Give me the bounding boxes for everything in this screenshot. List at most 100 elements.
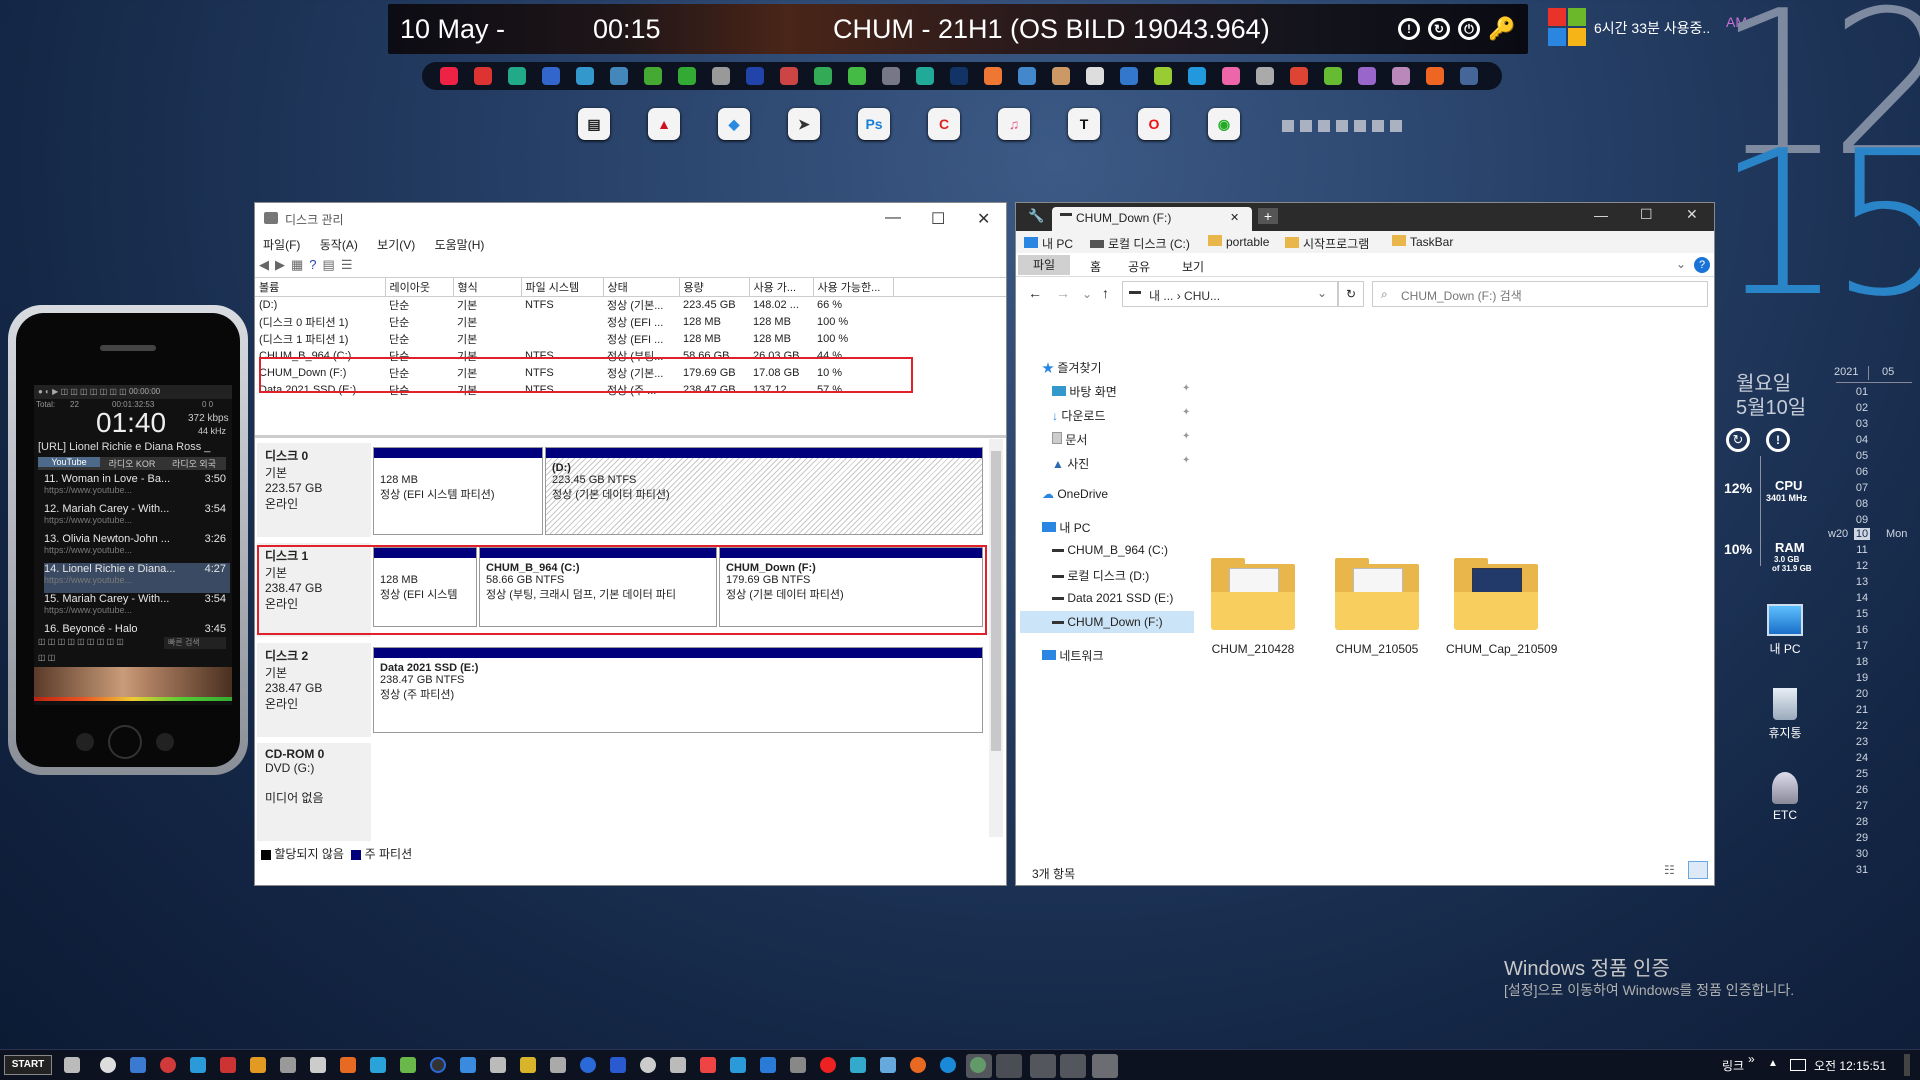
calendar-day[interactable]: 28 bbox=[1854, 816, 1870, 828]
calendar-day[interactable]: 02 bbox=[1854, 402, 1870, 414]
app-icon[interactable] bbox=[1256, 67, 1274, 85]
taskbar-app-icon[interactable] bbox=[280, 1057, 296, 1073]
quick-search-input[interactable]: 빠른 검색 bbox=[164, 637, 226, 649]
app-icon[interactable] bbox=[1426, 67, 1444, 85]
close-button[interactable]: ✕ bbox=[1686, 206, 1698, 223]
taskbar-app-icon[interactable] bbox=[370, 1057, 386, 1073]
nav-drive-f[interactable]: CHUM_Down (F:) bbox=[1052, 615, 1163, 629]
app-icon-red-triangle[interactable]: ▲ bbox=[648, 108, 680, 140]
properties-icon[interactable]: ▤ bbox=[323, 257, 341, 272]
taskbar-app-icon[interactable] bbox=[340, 1057, 356, 1073]
shutdown-icon[interactable]: ! bbox=[1766, 428, 1790, 452]
calendar-day[interactable]: 04 bbox=[1854, 434, 1870, 446]
refresh-button[interactable]: ↻ bbox=[1338, 281, 1364, 307]
chrome-icon[interactable]: ◉ bbox=[1208, 108, 1240, 140]
home-button[interactable] bbox=[108, 725, 142, 759]
back-icon[interactable]: ◀ bbox=[259, 257, 275, 272]
playlist-toolbar[interactable]: ◫ ◫ ◫ ◫ ◫ ◫ ◫ ◫ ◫ bbox=[38, 637, 158, 649]
calendar-day[interactable]: 29 bbox=[1854, 832, 1870, 844]
taskbar-clock[interactable]: 오전 12:15:51 bbox=[1814, 1057, 1886, 1074]
cdrom-info[interactable]: CD-ROM 0 DVD (G:) 미디어 없음 bbox=[257, 743, 371, 841]
partition-efi-disk0[interactable]: 128 MB 정상 (EFI 시스템 파티션) bbox=[373, 447, 543, 535]
app-icon[interactable] bbox=[1358, 67, 1376, 85]
app-icon[interactable] bbox=[1392, 67, 1410, 85]
links-expand-icon[interactable]: » bbox=[1748, 1052, 1755, 1066]
column-header[interactable]: 레이아웃 bbox=[385, 278, 454, 297]
taskbar-app-icon[interactable] bbox=[520, 1057, 536, 1073]
calendar-day[interactable]: 26 bbox=[1854, 784, 1870, 796]
calendar-day[interactable]: 12 bbox=[1854, 560, 1870, 572]
calendar-day[interactable]: 01 bbox=[1854, 386, 1870, 398]
column-header[interactable]: 사용 가... bbox=[749, 278, 814, 297]
calendar-day[interactable]: 27 bbox=[1854, 800, 1870, 812]
app-icon[interactable] bbox=[882, 67, 900, 85]
taskbar-app-icon[interactable] bbox=[700, 1057, 716, 1073]
calendar-day[interactable]: 30 bbox=[1854, 848, 1870, 860]
taskbar-app-icon[interactable] bbox=[670, 1057, 686, 1073]
app-icon[interactable] bbox=[1222, 67, 1240, 85]
disk-0-info[interactable]: 디스크 0 기본 223.57 GB 온라인 bbox=[257, 443, 371, 537]
pin-icon[interactable]: ✦ bbox=[1182, 455, 1190, 466]
calendar-day[interactable]: 22 bbox=[1854, 720, 1870, 732]
calendar-day[interactable]: 21 bbox=[1854, 704, 1870, 716]
app-icon[interactable] bbox=[848, 67, 866, 85]
taskbar-app-icon[interactable] bbox=[880, 1057, 896, 1073]
active-window-button[interactable] bbox=[1060, 1054, 1086, 1078]
taskbar-app-icon[interactable] bbox=[130, 1057, 146, 1073]
app-icon[interactable] bbox=[1154, 67, 1172, 85]
taskbar-app-icon[interactable] bbox=[640, 1057, 656, 1073]
table-row[interactable]: (D:) 단순 기본 NTFS 정상 (기본... 223.45 GB 148.02 ...… bbox=[255, 297, 1006, 314]
send-app-icon[interactable]: ➤ bbox=[788, 108, 820, 140]
taskbar-app-icon[interactable] bbox=[250, 1057, 266, 1073]
music-icon[interactable]: ♫ bbox=[998, 108, 1030, 140]
app-icon[interactable] bbox=[814, 67, 832, 85]
player-controls[interactable]: ● ◐ ▶ ◫ ◫ ◫ ◫ ◫ ◫ ◫ 00:00:00 bbox=[34, 385, 232, 399]
taskbar-app-icon[interactable] bbox=[190, 1057, 206, 1073]
large-icons-view-icon[interactable] bbox=[1688, 861, 1708, 879]
app-icon[interactable] bbox=[984, 67, 1002, 85]
nav-drive-d[interactable]: 로컬 디스크 (D:) bbox=[1052, 567, 1149, 584]
ribbon-expand-icon[interactable]: ⌄ bbox=[1676, 257, 1686, 271]
column-header[interactable]: 용량 bbox=[679, 278, 750, 297]
desktop-icon-recycle-bin[interactable]: 휴지통 bbox=[1750, 688, 1820, 741]
app-icon[interactable] bbox=[576, 67, 594, 85]
taskbar-app-icon[interactable] bbox=[400, 1057, 416, 1073]
calendar-day[interactable]: 24 bbox=[1854, 752, 1870, 764]
active-window-button[interactable] bbox=[966, 1054, 992, 1078]
playlist-item-selected[interactable]: 14. Lionel Richie e Diana... https://www.… bbox=[44, 563, 230, 593]
info-icon[interactable]: ! bbox=[1398, 18, 1420, 40]
bookmark-taskbar[interactable]: TaskBar bbox=[1392, 235, 1453, 249]
partition-e[interactable]: Data 2021 SSD (E:) 238.47 GB NTFS 정상 (주 파티… bbox=[373, 647, 983, 733]
app-icon[interactable] bbox=[440, 67, 458, 85]
next-button[interactable] bbox=[156, 733, 174, 751]
partition-d[interactable]: (D:) 223.45 GB NTFS 정상 (기본 데이터 파티션) bbox=[545, 447, 983, 535]
dock-page-dot[interactable] bbox=[1336, 120, 1348, 132]
console-icon[interactable]: ▦ bbox=[291, 257, 309, 272]
app-icon[interactable] bbox=[508, 67, 526, 85]
taskbar-app-icon[interactable] bbox=[430, 1057, 446, 1073]
calendar-day[interactable]: 18 bbox=[1854, 656, 1870, 668]
ccleaner-icon[interactable]: C bbox=[928, 108, 960, 140]
app-icon[interactable] bbox=[1086, 67, 1104, 85]
ribbon-tab-home[interactable]: 홈 bbox=[1090, 258, 1101, 275]
column-header[interactable]: 상태 bbox=[603, 278, 680, 297]
calendar-day[interactable]: 14 bbox=[1854, 592, 1870, 604]
playlist-item[interactable]: 13. Olivia Newton-John ... https://www.yo… bbox=[44, 533, 230, 563]
app-icon[interactable] bbox=[542, 67, 560, 85]
taskbar-app-icon[interactable] bbox=[550, 1057, 566, 1073]
dock-page-dot[interactable] bbox=[1300, 120, 1312, 132]
prev-button[interactable] bbox=[76, 733, 94, 751]
app-icon[interactable] bbox=[1018, 67, 1036, 85]
nav-pictures[interactable]: ▲ 사진 ✦ bbox=[1052, 455, 1190, 472]
photoshop-icon[interactable]: Ps bbox=[858, 108, 890, 140]
column-header[interactable]: 파일 시스템 bbox=[521, 278, 604, 297]
nav-my-pc[interactable]: 내 PC bbox=[1042, 519, 1090, 536]
taskbar-app-icon[interactable] bbox=[310, 1057, 326, 1073]
key-icon[interactable]: 🔑 bbox=[1488, 16, 1515, 42]
search-box[interactable]: ⌕ CHUM_Down (F:) 검색 bbox=[1372, 281, 1708, 307]
edge-icon[interactable] bbox=[760, 1057, 776, 1073]
taskbar-app-icon[interactable] bbox=[580, 1057, 596, 1073]
taskbar-app-icon[interactable] bbox=[490, 1057, 506, 1073]
taskbar-app-icon[interactable] bbox=[460, 1057, 476, 1073]
calendar-day[interactable]: 15 bbox=[1854, 608, 1870, 620]
